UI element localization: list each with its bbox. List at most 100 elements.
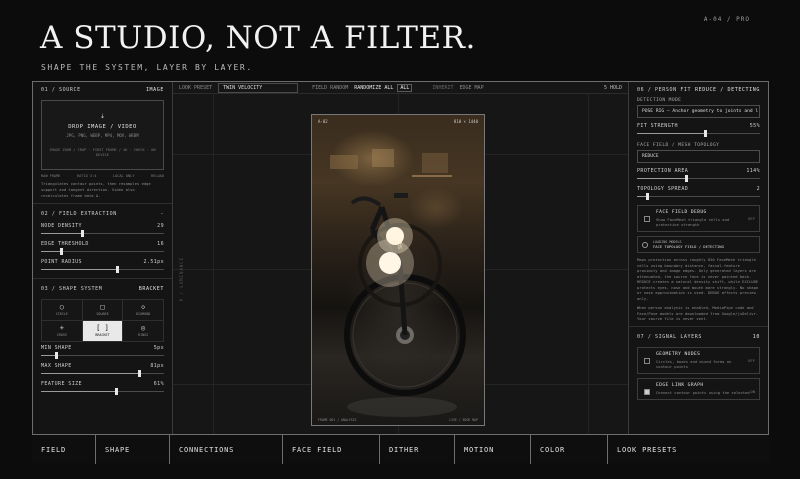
param-slider[interactable] [41,229,164,238]
collapse-toggle[interactable]: - [160,211,164,217]
fit-strength-slider[interactable] [637,129,760,138]
param-slider[interactable] [41,351,164,360]
slider-handle[interactable] [59,248,63,255]
all-toggle[interactable]: ALL [397,83,413,92]
field-random-label: FIELD RANDOM [312,84,349,91]
loading-detail: FACE TOPOLOGY FIELD / DETECTING [653,244,724,249]
slider-handle[interactable] [645,193,649,200]
frame-label: FRAME 001 / ANALYSIS [318,418,357,422]
param-slider[interactable] [41,387,164,396]
shape-option-label: SQUARE [96,312,109,316]
topology-spread-slider[interactable] [637,192,760,201]
layer-state: ON [750,388,755,394]
shape-option-label: BRACKET [95,333,110,337]
mesh-topology-label: FACE FIELD / MESH TOPOLOGY [637,143,720,148]
tab-shape[interactable]: SHAPE [96,435,170,464]
section-title: 07 / SIGNAL LAYERS [637,333,702,340]
tab-field[interactable]: FIELD [32,435,96,464]
left-control-panel: 01 / SOURCE IMAGE ⇣ DROP IMAGE / VIDEO J… [33,82,173,462]
tab-motion[interactable]: MOTION [455,435,531,464]
rings-icon: ◎ [141,324,146,332]
shape-option-diamond[interactable]: ◇ DIAMOND [123,300,163,320]
inherit-toggle[interactable]: INHERIT [432,85,453,91]
slider-handle[interactable] [116,266,120,273]
slider-handle[interactable] [703,130,707,137]
toggle-state: OFF [748,216,755,221]
detection-mode-select[interactable]: POSE RIG — Anchor geometry to joints and… [637,105,760,118]
param-slider[interactable] [41,265,164,274]
tab-look-presets[interactable]: LOOK PRESETS [608,435,769,464]
section-source-header[interactable]: 01 / SOURCE IMAGE [33,84,172,96]
hero-subtitle: SHAPE THE SYSTEM, LAYER BY LAYER. [41,63,253,72]
randomize-all-button[interactable]: RANDOMIZE ALL [354,85,393,91]
tab-color[interactable]: COLOR [531,435,608,464]
signal-layer-edge-link-graph[interactable]: EDGE LINK GRAPH Connect contour points us… [637,377,760,400]
shape-option-circle[interactable]: ○ CIRCLE [42,300,82,320]
reload-button[interactable]: RELOAD [151,174,164,178]
slider-handle[interactable] [54,352,58,359]
shape-params: MIN SHAPE 5px MAX SHAPE 81px FEATURE SIZE 61% [33,345,172,396]
mesh-topology-select[interactable]: REDUCE [637,150,760,163]
shape-tag: BRACKET [138,286,164,292]
detection-mode-label: DETECTION MODE [637,98,682,103]
ratio-label: RATIO 3:4 [76,174,97,178]
param-slider[interactable] [41,247,164,256]
dropzone-title: DROP IMAGE / VIDEO [68,124,137,130]
checkbox[interactable] [644,388,650,395]
local-only-label: LOCAL ONLY [112,174,135,178]
signal-layer-list: GEOMETRY NODES Circles, boxes and mixed f… [629,346,768,400]
section-person-header[interactable]: 06 / PERSON FIT REDUCE / DETECTING [629,84,768,96]
layer-count: 10 [752,333,760,340]
raw-frame-label: RAW FRAME [41,174,61,178]
tab-face-field[interactable]: FACE FIELD [283,435,380,464]
slider-handle[interactable] [115,388,119,395]
upload-icon: ⇣ [100,111,105,120]
section-title: 01 / SOURCE [41,87,81,93]
shape-option-cross[interactable]: + CROSS [42,321,82,341]
bicycle-photo: SRAM [330,149,466,417]
preview-stage: LOOK PRESET TWIN VELOCITY FIELD RANDOM R… [173,82,628,462]
section-field-header[interactable]: 02 / FIELD EXTRACTION - [33,208,172,220]
dropzone-meta: IMAGE ZOOM / CROP · FIRST FRAME / 4K · C… [49,148,156,157]
spinner-icon [642,241,648,248]
section-signal-header[interactable]: 07 / SIGNAL LAYERS 10 [629,331,768,343]
section-title: 03 / SHAPE SYSTEM [41,286,103,292]
person-status-tag: REDUCE / DETECTING [695,87,760,93]
preview-id-label: A-02 [318,119,328,124]
hold-counter: 5 HOLD [603,84,622,91]
section-shape-header[interactable]: 03 / SHAPE SYSTEM BRACKET [33,283,172,295]
source-type-tag: IMAGE [145,87,164,93]
slider-handle[interactable] [138,370,142,377]
shape-option-label: RINGS [138,333,149,337]
protection-area-slider[interactable] [637,174,760,183]
shape-option-bracket[interactable]: [ ] BRACKET [82,321,123,341]
media-dropzone[interactable]: ⇣ DROP IMAGE / VIDEO JPG, PNG, WEBP, MP4… [41,100,164,170]
slider-handle[interactable] [80,230,84,237]
tab-dither[interactable]: DITHER [380,435,455,464]
checkbox[interactable] [644,357,650,364]
slider-handle[interactable] [685,175,689,182]
section-title: 06 / PERSON FIT [637,87,692,93]
layer-description: Connect contour points using the selecte… [656,389,750,395]
param-max-shape: MAX SHAPE 81px [33,363,172,378]
shape-option-square[interactable]: □ SQUARE [82,300,123,320]
toggle-description: Show FaceMesh triangle cells and protect… [656,217,730,227]
tab-connections[interactable]: CONNECTIONS [170,435,283,464]
edge-map-label[interactable]: EDGE MAP [460,85,484,91]
param-node-density: NODE DENSITY 29 [33,223,172,238]
shape-option-rings[interactable]: ◎ RINGS [123,321,163,341]
bottom-tab-bar: FIELD SHAPE CONNECTIONS FACE FIELD DITHER MOT… [32,434,769,464]
face-field-debug-toggle[interactable]: FACE FIELD DEBUG Show FaceMesh triangle … [637,205,760,232]
signal-layer-geometry-nodes[interactable]: GEOMETRY NODES Circles, boxes and mixed f… [637,346,760,374]
preview-size-label: 810 × 1440 [453,119,478,124]
param-slider[interactable] [41,369,164,378]
image-preview-canvas[interactable]: SRAM A-02 810 × 1440 FRAME 001 / ANALYSI… [311,114,485,426]
param-protection-area: PROTECTION AREA 114% [629,168,768,183]
source-meta-row: RAW FRAME RATIO 3:4 LOCAL ONLY RELOAD [33,170,172,178]
look-preset-select[interactable]: TWIN VELOCITY [218,82,299,93]
field-params: NODE DENSITY 29 EDGE THRESHOLD 16 POINT RADI… [33,223,172,274]
look-preset-label: LOOK PRESET [179,84,213,91]
checkbox[interactable] [644,216,650,222]
layer-description: Circles, boxes and mixed forms on contou… [656,358,732,369]
bracket-icon: [ ] [96,324,109,332]
